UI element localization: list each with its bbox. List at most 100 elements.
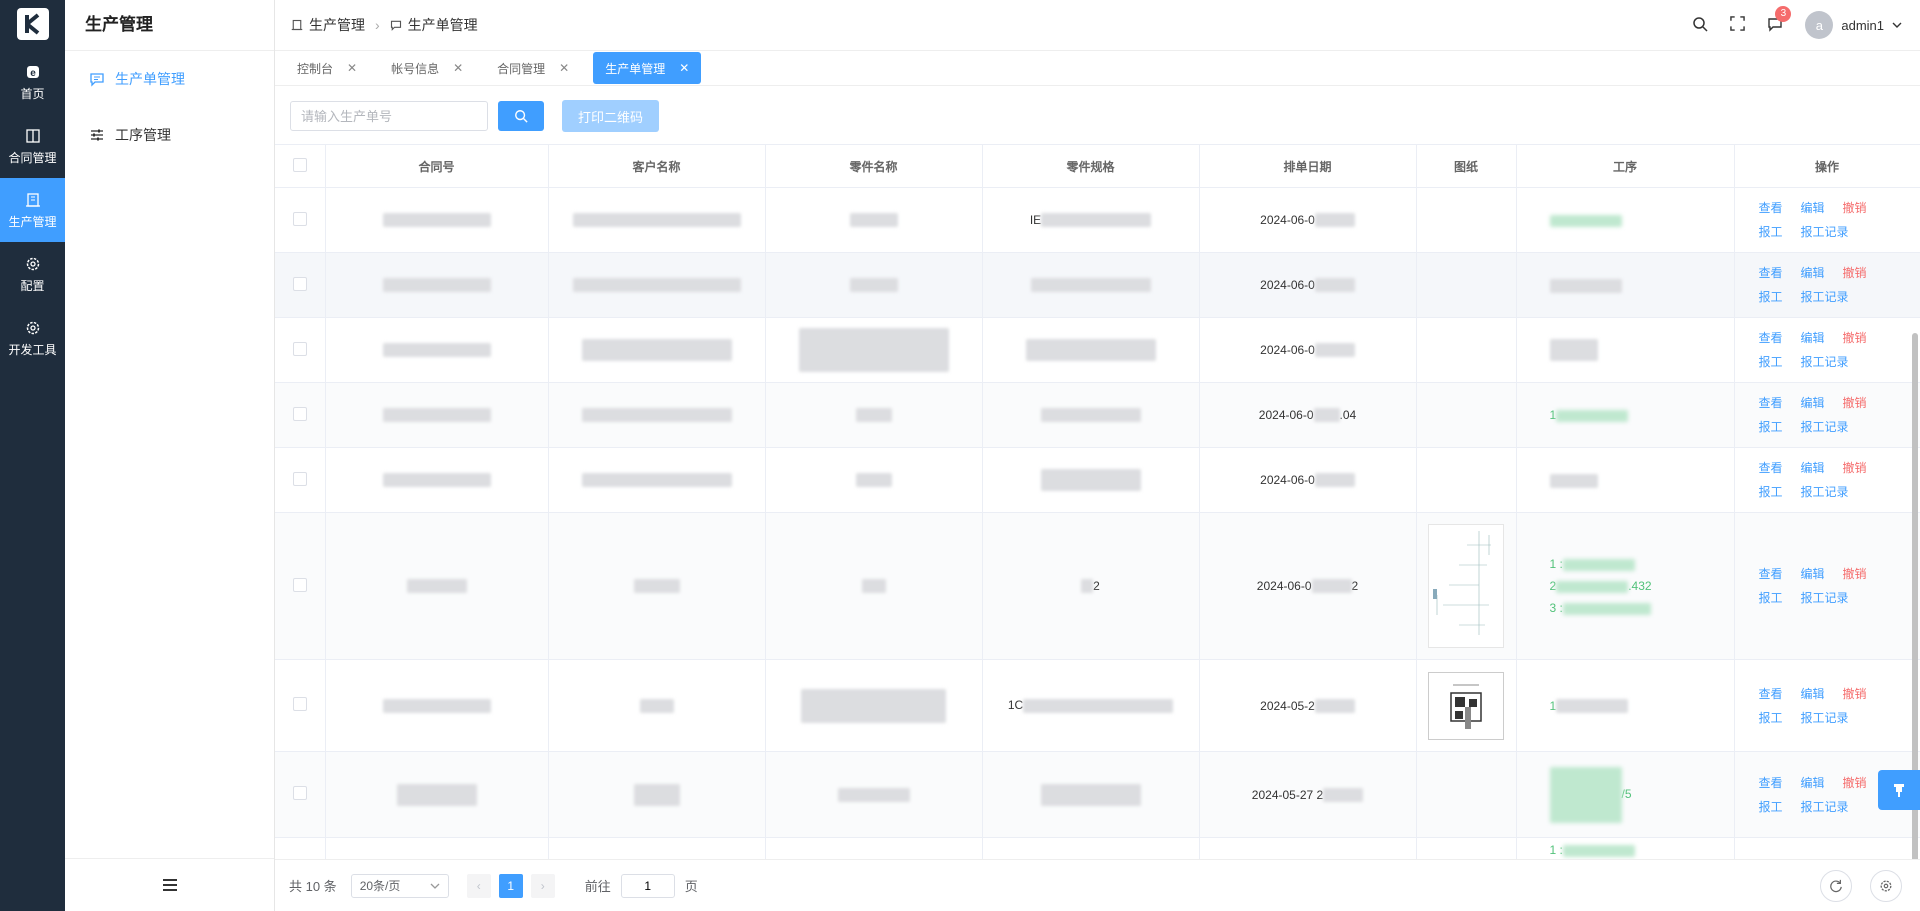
app-logo[interactable] xyxy=(16,8,49,40)
rail-item-label: 开发工具 xyxy=(8,342,57,357)
edit-link[interactable]: 编辑 xyxy=(1801,396,1825,410)
view-link[interactable]: 查看 xyxy=(1759,331,1783,345)
goto-page-input[interactable] xyxy=(620,873,675,898)
edit-link[interactable]: 编辑 xyxy=(1801,201,1825,215)
floating-action-button[interactable] xyxy=(1878,770,1920,810)
report-link[interactable]: 报工 xyxy=(1759,591,1783,605)
view-link[interactable]: 查看 xyxy=(1759,567,1783,581)
collapse-menu-button[interactable] xyxy=(65,858,274,911)
view-link[interactable]: 查看 xyxy=(1759,201,1783,215)
table-row: IE 2024-06-0 查看 编辑 撤销 报工 报工记录 xyxy=(275,187,1920,253)
process-redacted xyxy=(1549,473,1598,488)
close-icon[interactable]: ✕ xyxy=(347,61,357,75)
report-link[interactable]: 报工 xyxy=(1759,420,1783,434)
row-checkbox[interactable] xyxy=(292,276,307,291)
next-page-button[interactable]: › xyxy=(530,873,555,898)
rail-item-devtools[interactable]: 开发工具 xyxy=(0,306,65,370)
search-icon xyxy=(515,110,528,123)
cancel-link[interactable]: 撤销 xyxy=(1843,201,1867,215)
edit-link[interactable]: 编辑 xyxy=(1801,567,1825,581)
schedule-date: 2024-06-0 xyxy=(1260,473,1315,487)
refresh-button[interactable] xyxy=(1820,869,1852,902)
edit-link[interactable]: 编辑 xyxy=(1801,266,1825,280)
svg-text:e: e xyxy=(30,68,36,79)
building-icon xyxy=(24,191,42,209)
notification-button[interactable]: 3 xyxy=(1767,5,1792,35)
report-link[interactable]: 报工 xyxy=(1759,800,1783,814)
schedule-date: 2024-06-0 xyxy=(1258,408,1314,422)
table-settings-button[interactable] xyxy=(1870,869,1902,902)
cancel-link[interactable]: 撤销 xyxy=(1843,776,1867,790)
report-log-link[interactable]: 报工记录 xyxy=(1801,711,1849,725)
report-log-link[interactable]: 报工记录 xyxy=(1801,290,1849,304)
edit-link[interactable]: 编辑 xyxy=(1801,331,1825,345)
edit-link[interactable]: 编辑 xyxy=(1801,776,1825,790)
print-qrcode-button[interactable]: 打印二维码 xyxy=(562,100,660,132)
view-link[interactable]: 查看 xyxy=(1759,396,1783,410)
cancel-link[interactable]: 撤销 xyxy=(1843,396,1867,410)
building-icon xyxy=(291,19,303,31)
row-checkbox[interactable] xyxy=(292,471,307,486)
rail-item-production[interactable]: 生产管理 xyxy=(0,178,65,242)
edit-link[interactable]: 编辑 xyxy=(1801,687,1825,701)
tab-account[interactable]: 帐号信息 ✕ xyxy=(381,52,473,84)
row-checkbox[interactable] xyxy=(292,406,307,421)
drawing-thumbnail[interactable] xyxy=(1428,671,1504,740)
view-link[interactable]: 查看 xyxy=(1759,461,1783,475)
close-icon[interactable]: ✕ xyxy=(453,61,463,75)
drawing-thumbnail[interactable] xyxy=(1428,524,1504,648)
report-log-link[interactable]: 报工记录 xyxy=(1801,800,1849,814)
fullscreen-icon[interactable] xyxy=(1730,16,1746,34)
view-link[interactable]: 查看 xyxy=(1759,687,1783,701)
column-header: 图纸 xyxy=(1416,145,1517,188)
cancel-link[interactable]: 撤销 xyxy=(1843,461,1867,475)
view-link[interactable]: 查看 xyxy=(1759,776,1783,790)
submenu-item-process[interactable]: 工序管理 xyxy=(65,107,274,163)
prev-page-button[interactable]: ‹ xyxy=(466,873,491,898)
view-link[interactable]: 查看 xyxy=(1759,266,1783,280)
report-log-link[interactable]: 报工记录 xyxy=(1801,225,1849,239)
rail-item-config[interactable]: 配置 xyxy=(0,242,65,306)
report-log-link[interactable]: 报工记录 xyxy=(1801,420,1849,434)
report-log-link[interactable]: 报工记录 xyxy=(1801,355,1849,369)
cancel-link[interactable]: 撤销 xyxy=(1843,567,1867,581)
tab-production-orders[interactable]: 生产单管理 ✕ xyxy=(593,52,702,84)
cancel-link[interactable]: 撤销 xyxy=(1843,331,1867,345)
page-size-select[interactable]: 20条/页 xyxy=(350,873,449,898)
process-redacted xyxy=(1549,339,1598,362)
rail-item-home[interactable]: e 首页 xyxy=(0,50,65,114)
submenu: 生产管理 生产单管理 工序管理 xyxy=(65,0,275,911)
report-link[interactable]: 报工 xyxy=(1759,485,1783,499)
row-checkbox[interactable] xyxy=(292,697,307,711)
breadcrumb-item[interactable]: 生产管理 xyxy=(309,15,365,35)
cancel-link[interactable]: 撤销 xyxy=(1843,266,1867,280)
submenu-item-production-orders[interactable]: 生产单管理 xyxy=(65,51,274,107)
search-icon[interactable] xyxy=(1692,16,1708,35)
report-log-link[interactable]: 报工记录 xyxy=(1801,485,1849,499)
order-number-input[interactable] xyxy=(290,101,488,131)
pin-icon xyxy=(1894,784,1904,797)
search-button[interactable] xyxy=(498,101,544,131)
rail-item-contracts[interactable]: 合同管理 xyxy=(0,114,65,178)
report-link[interactable]: 报工 xyxy=(1759,225,1783,239)
select-all-cell[interactable] xyxy=(275,145,326,188)
part-spec-redacted xyxy=(1040,783,1141,806)
edit-link[interactable]: 编辑 xyxy=(1801,461,1825,475)
report-log-link[interactable]: 报工记录 xyxy=(1801,591,1849,605)
select-all-checkbox[interactable] xyxy=(292,157,307,172)
row-checkbox[interactable] xyxy=(292,577,307,592)
row-checkbox[interactable] xyxy=(292,211,307,226)
report-link[interactable]: 报工 xyxy=(1759,711,1783,725)
cancel-link[interactable]: 撤销 xyxy=(1843,687,1867,701)
close-icon[interactable]: ✕ xyxy=(679,61,689,75)
report-link[interactable]: 报工 xyxy=(1759,355,1783,369)
row-checkbox[interactable] xyxy=(292,341,307,356)
row-checkbox[interactable] xyxy=(292,786,307,800)
page-number-current[interactable]: 1 xyxy=(498,873,523,898)
user-menu[interactable]: a admin1 xyxy=(1805,11,1902,39)
tab-contracts[interactable]: 合同管理 ✕ xyxy=(487,52,579,84)
tab-dashboard[interactable]: 控制台 ✕ xyxy=(287,52,367,84)
close-icon[interactable]: ✕ xyxy=(559,61,569,75)
report-link[interactable]: 报工 xyxy=(1759,290,1783,304)
gear-icon xyxy=(24,255,42,273)
